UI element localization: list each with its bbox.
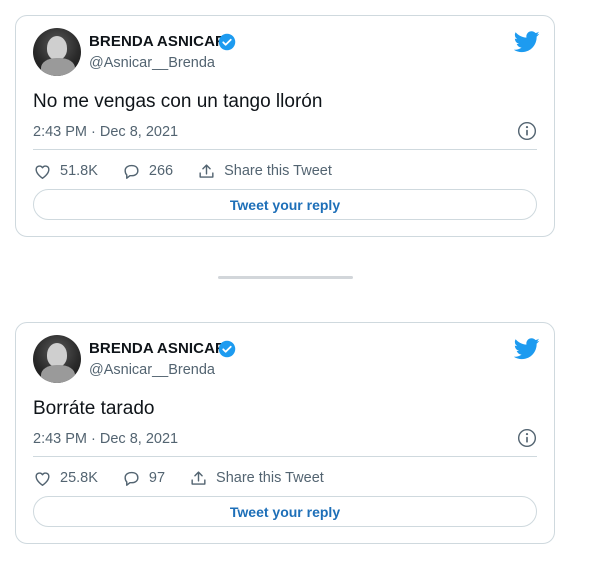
verified-badge-icon [218,33,236,51]
share-label: Share this Tweet [224,163,332,179]
tweet-timestamp[interactable]: 2:43 PM · Dec 8, 2021 [33,431,178,447]
divider [33,456,537,457]
tweet-card: BRENDA ASNICAR @Asnicar__Brenda No me ve… [15,15,555,237]
reply-count-button[interactable]: 97 [122,469,165,488]
avatar[interactable] [33,335,81,383]
reply-count: 266 [148,163,174,179]
twitter-bird-icon[interactable] [514,338,540,360]
speech-bubble-icon [124,471,139,486]
tweet-actions: 25.8K 97 Share this Tweet [33,466,348,490]
share-button[interactable]: Share this Tweet [189,469,324,488]
share-icon [199,163,214,178]
like-count: 51.8K [60,163,98,179]
share-label: Share this Tweet [216,470,324,486]
reply-count: 97 [148,470,166,486]
user-handle[interactable]: @Asnicar__Brenda [89,55,215,71]
display-name[interactable]: BRENDA ASNICAR [89,33,226,50]
heart-icon [35,471,50,486]
tweet-reply-button[interactable]: Tweet your reply [33,189,537,220]
separator-line [218,276,353,279]
twitter-bird-icon[interactable] [514,31,540,53]
like-count: 25.8K [60,470,98,486]
like-button[interactable]: 51.8K [33,162,98,181]
like-button[interactable]: 25.8K [33,469,98,488]
tweet-actions: 51.8K 266 Share this Tweet [33,159,356,183]
verified-badge-icon [218,340,236,358]
share-icon [191,470,206,485]
avatar[interactable] [33,28,81,76]
user-handle[interactable]: @Asnicar__Brenda [89,362,215,378]
info-icon[interactable] [517,121,537,141]
tweet-text: No me vengas con un tango llorón [33,91,323,112]
info-icon[interactable] [517,428,537,448]
display-name[interactable]: BRENDA ASNICAR [89,340,226,357]
tweet-timestamp[interactable]: 2:43 PM · Dec 8, 2021 [33,124,178,140]
tweet-card: BRENDA ASNICAR @Asnicar__Brenda Borráte … [15,322,555,544]
tweet-reply-button[interactable]: Tweet your reply [33,496,537,527]
tweet-text: Borráte tarado [33,398,155,419]
share-button[interactable]: Share this Tweet [197,162,332,181]
divider [33,149,537,150]
speech-bubble-icon [124,164,139,179]
heart-icon [35,164,50,179]
reply-count-button[interactable]: 266 [122,162,173,181]
